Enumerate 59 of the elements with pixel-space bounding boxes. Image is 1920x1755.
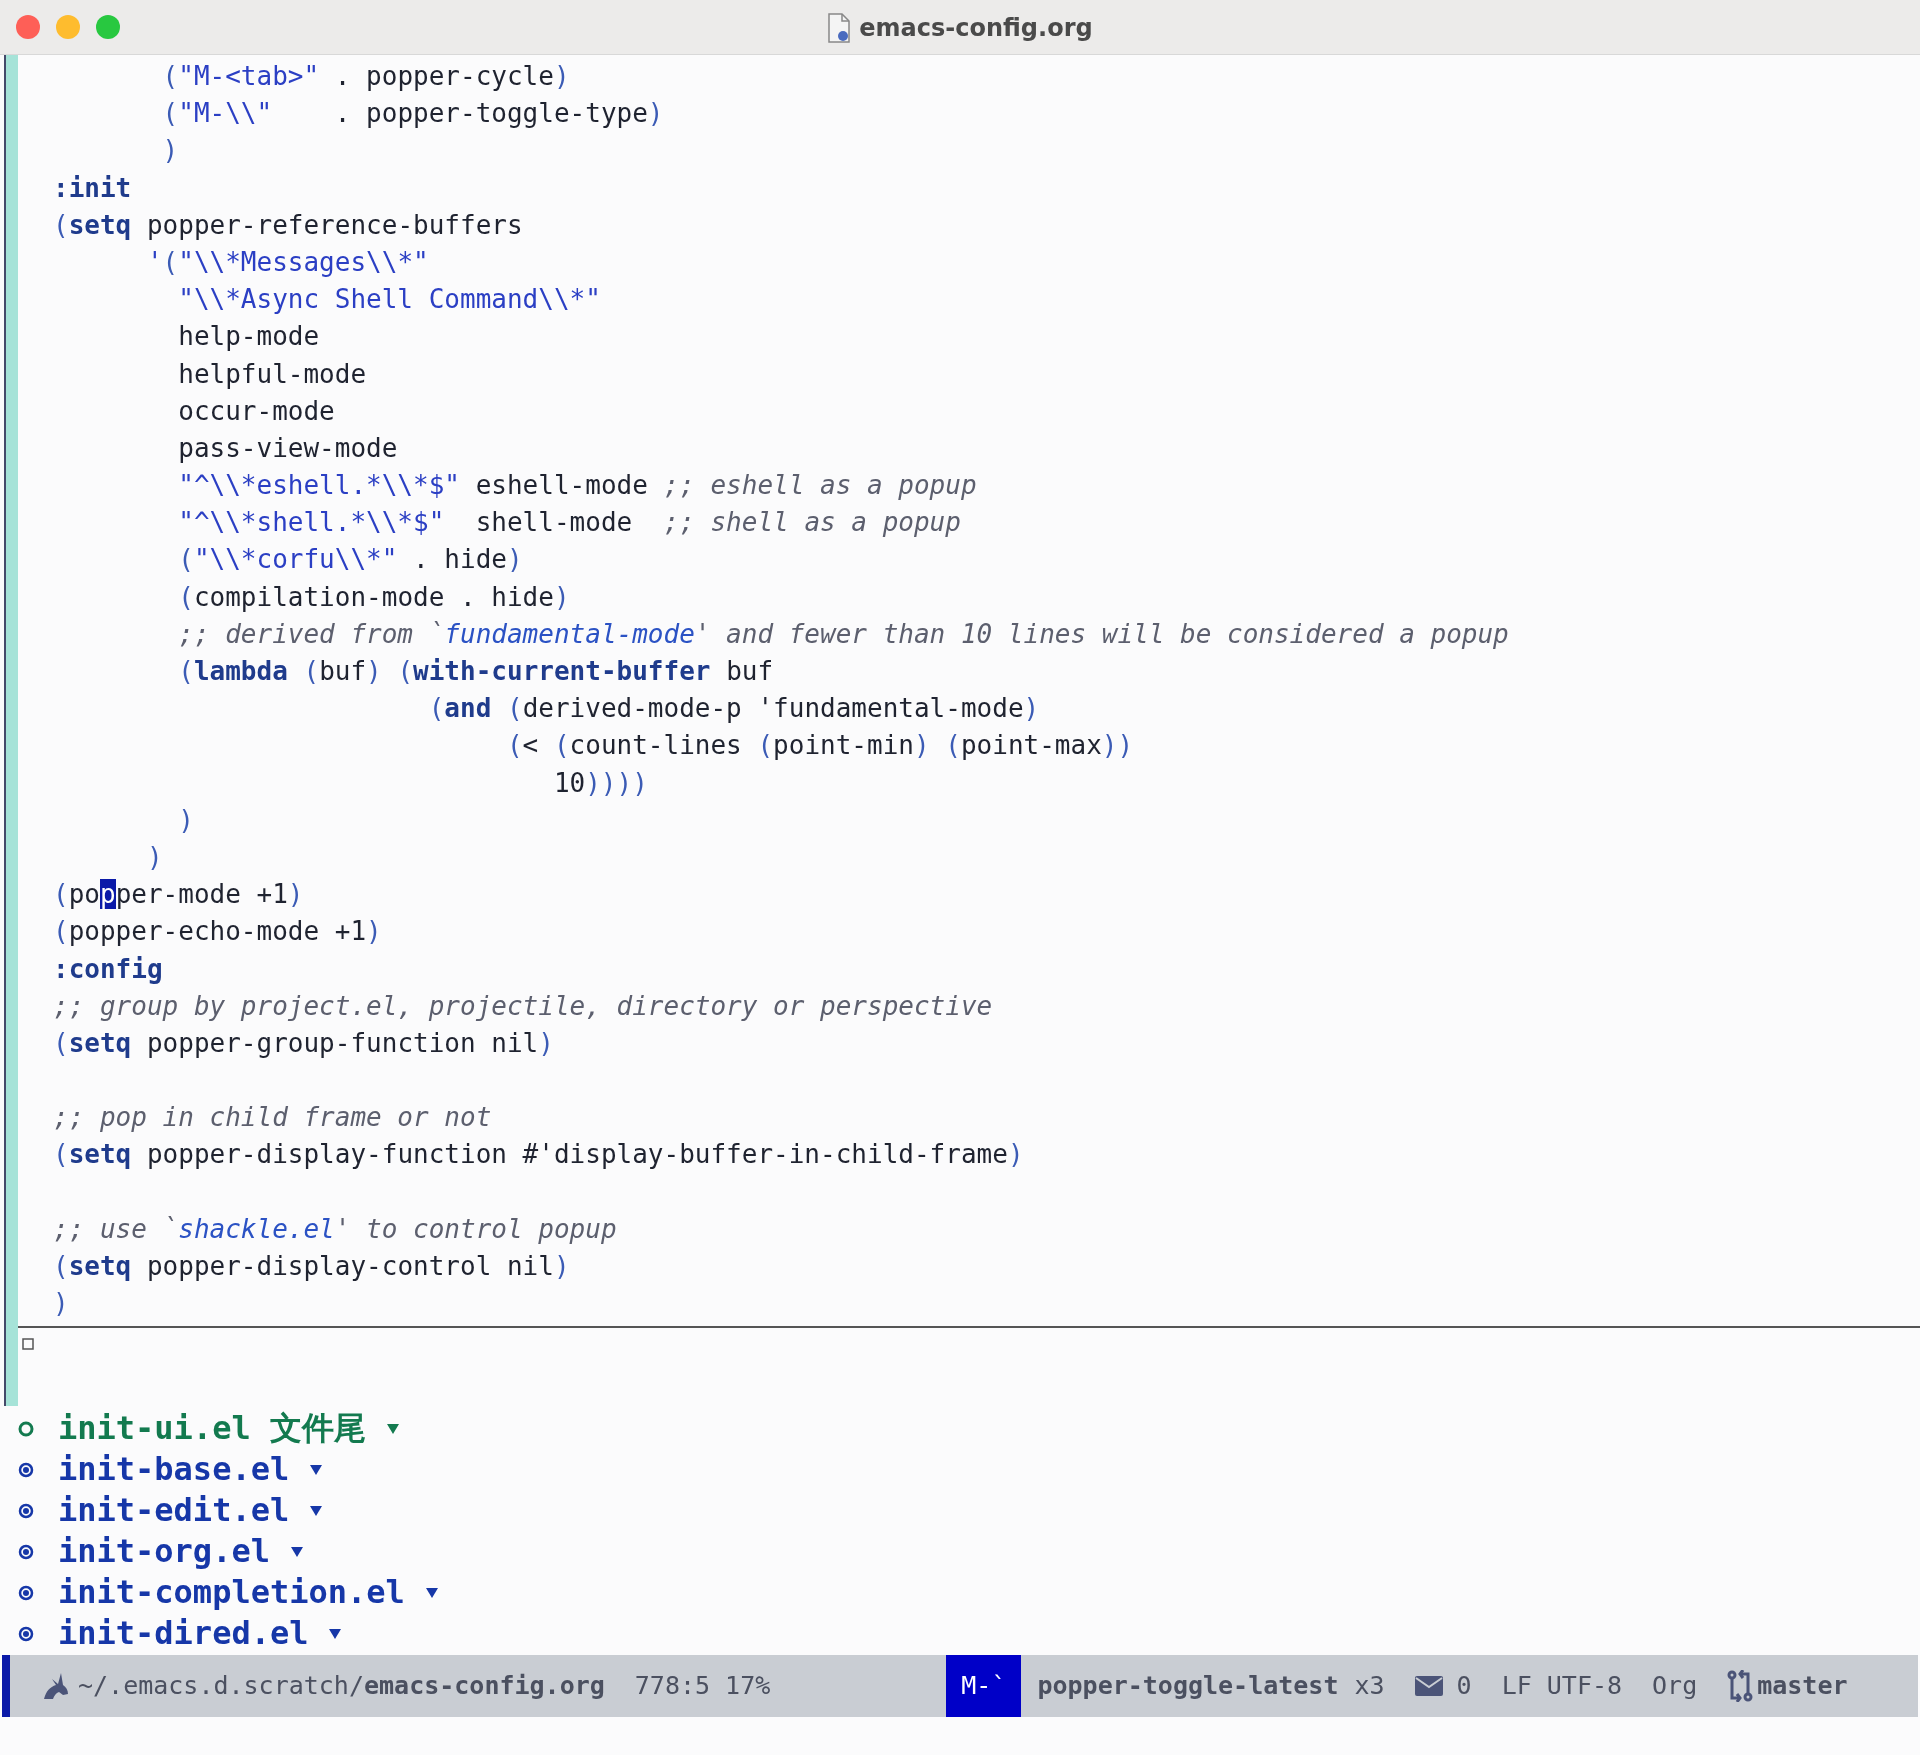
mail-count: 0 [1456,1670,1472,1703]
code-line: ("M-<tab>" . popper-cycle) [161,60,570,93]
repeat-count: x3 [1354,1670,1385,1703]
code-line: "^\\*shell.*\\*$" shell-mode ;; shell as a popup [177,506,961,540]
window-title: emacs-config.org [859,12,1093,44]
code-line: "\\*Async Shell Command\\*" [177,283,601,317]
git-branch-icon [1727,1670,1754,1702]
code-line: ) [177,803,194,837]
code-line: ) [145,840,163,874]
caret-icon[interactable] [309,1504,324,1517]
code-line: (< (count-lines (point-min) (point-max)) [505,729,1134,763]
caret-icon[interactable] [424,1586,439,1599]
mail-icon [1414,1676,1443,1696]
key-badge: M-` [946,1655,1022,1717]
code-line: (compilation-mode . hide) [177,580,570,614]
code-line: '("\\*Messages\\*" [145,245,429,279]
code-line: "^\\*eshell.*\\*$" eshell-mode ;; eshell as a popup [177,469,977,503]
code-line: (and (derived-mode-p 'fundamental-mode) [427,692,1040,726]
code-line: :config [53,952,163,986]
code-comment: ;; pop in child frame or not [53,1101,492,1135]
code-comment: ;; group by project.el, projectile, directory or perspective [53,989,993,1023]
outline-heading[interactable]: init-completion.el [58,1572,405,1613]
code-line: (popper-mode +1) [53,878,304,912]
cursor-position: 778:5 17% [634,1670,771,1703]
code-line: (setq popper-display-function #'display-buffer-in-child-frame) [53,1138,1024,1172]
document-icon [827,12,852,43]
code-line: 10)))) [552,766,648,800]
code-line: pass-view-mode [177,431,398,465]
outline-heading[interactable]: init-ui.el 文件尾 [58,1408,366,1449]
outline-heading[interactable]: init-edit.el [58,1490,290,1531]
major-mode: Org [1652,1670,1698,1703]
code-line: helpful-mode [177,357,367,391]
code-line: (setq popper-reference-buffers [53,208,523,242]
code-comment: ;; use `shackle.el' to control popup [53,1212,617,1246]
code-line: (setq popper-group-function nil) [53,1026,554,1060]
caret-icon[interactable] [385,1422,400,1435]
code-line: ) [53,1287,69,1321]
caret-icon[interactable] [289,1545,304,1558]
code-line: ("\\*corfu\\*" . hide) [177,543,523,577]
code-line: ) [161,134,179,168]
code-line: (lambda (buf) (with-current-buffer buf [177,655,774,688]
close-button[interactable] [16,15,40,39]
git-branch: master [1757,1670,1848,1703]
checkbox-icon [22,1338,34,1350]
command-name: popper-toggle-latest [1037,1670,1339,1703]
outline-heading[interactable]: init-base.el [58,1449,290,1490]
caret-icon[interactable] [328,1627,343,1640]
code-line: :init [53,171,132,205]
outline-heading[interactable]: init-dired.el [58,1613,309,1654]
code-line: occur-mode [177,394,335,428]
encoding: LF UTF-8 [1501,1670,1623,1703]
outline-heading[interactable]: init-org.el [58,1531,270,1572]
code-line: help-mode [177,320,320,354]
code-comment: ;; derived from `fundamental-mode' and fewer than 10 lines will be considered a popup [177,617,1509,651]
file-path: ~/.emacs.d.scratch/emacs-config.org [78,1670,605,1703]
caret-icon[interactable] [309,1463,324,1476]
code-line: (setq popper-display-control nil) [53,1250,570,1283]
code-line: ("M-\\" . popper-toggle-type) [161,97,664,131]
code-line: (popper-echo-mode +1) [53,915,382,949]
